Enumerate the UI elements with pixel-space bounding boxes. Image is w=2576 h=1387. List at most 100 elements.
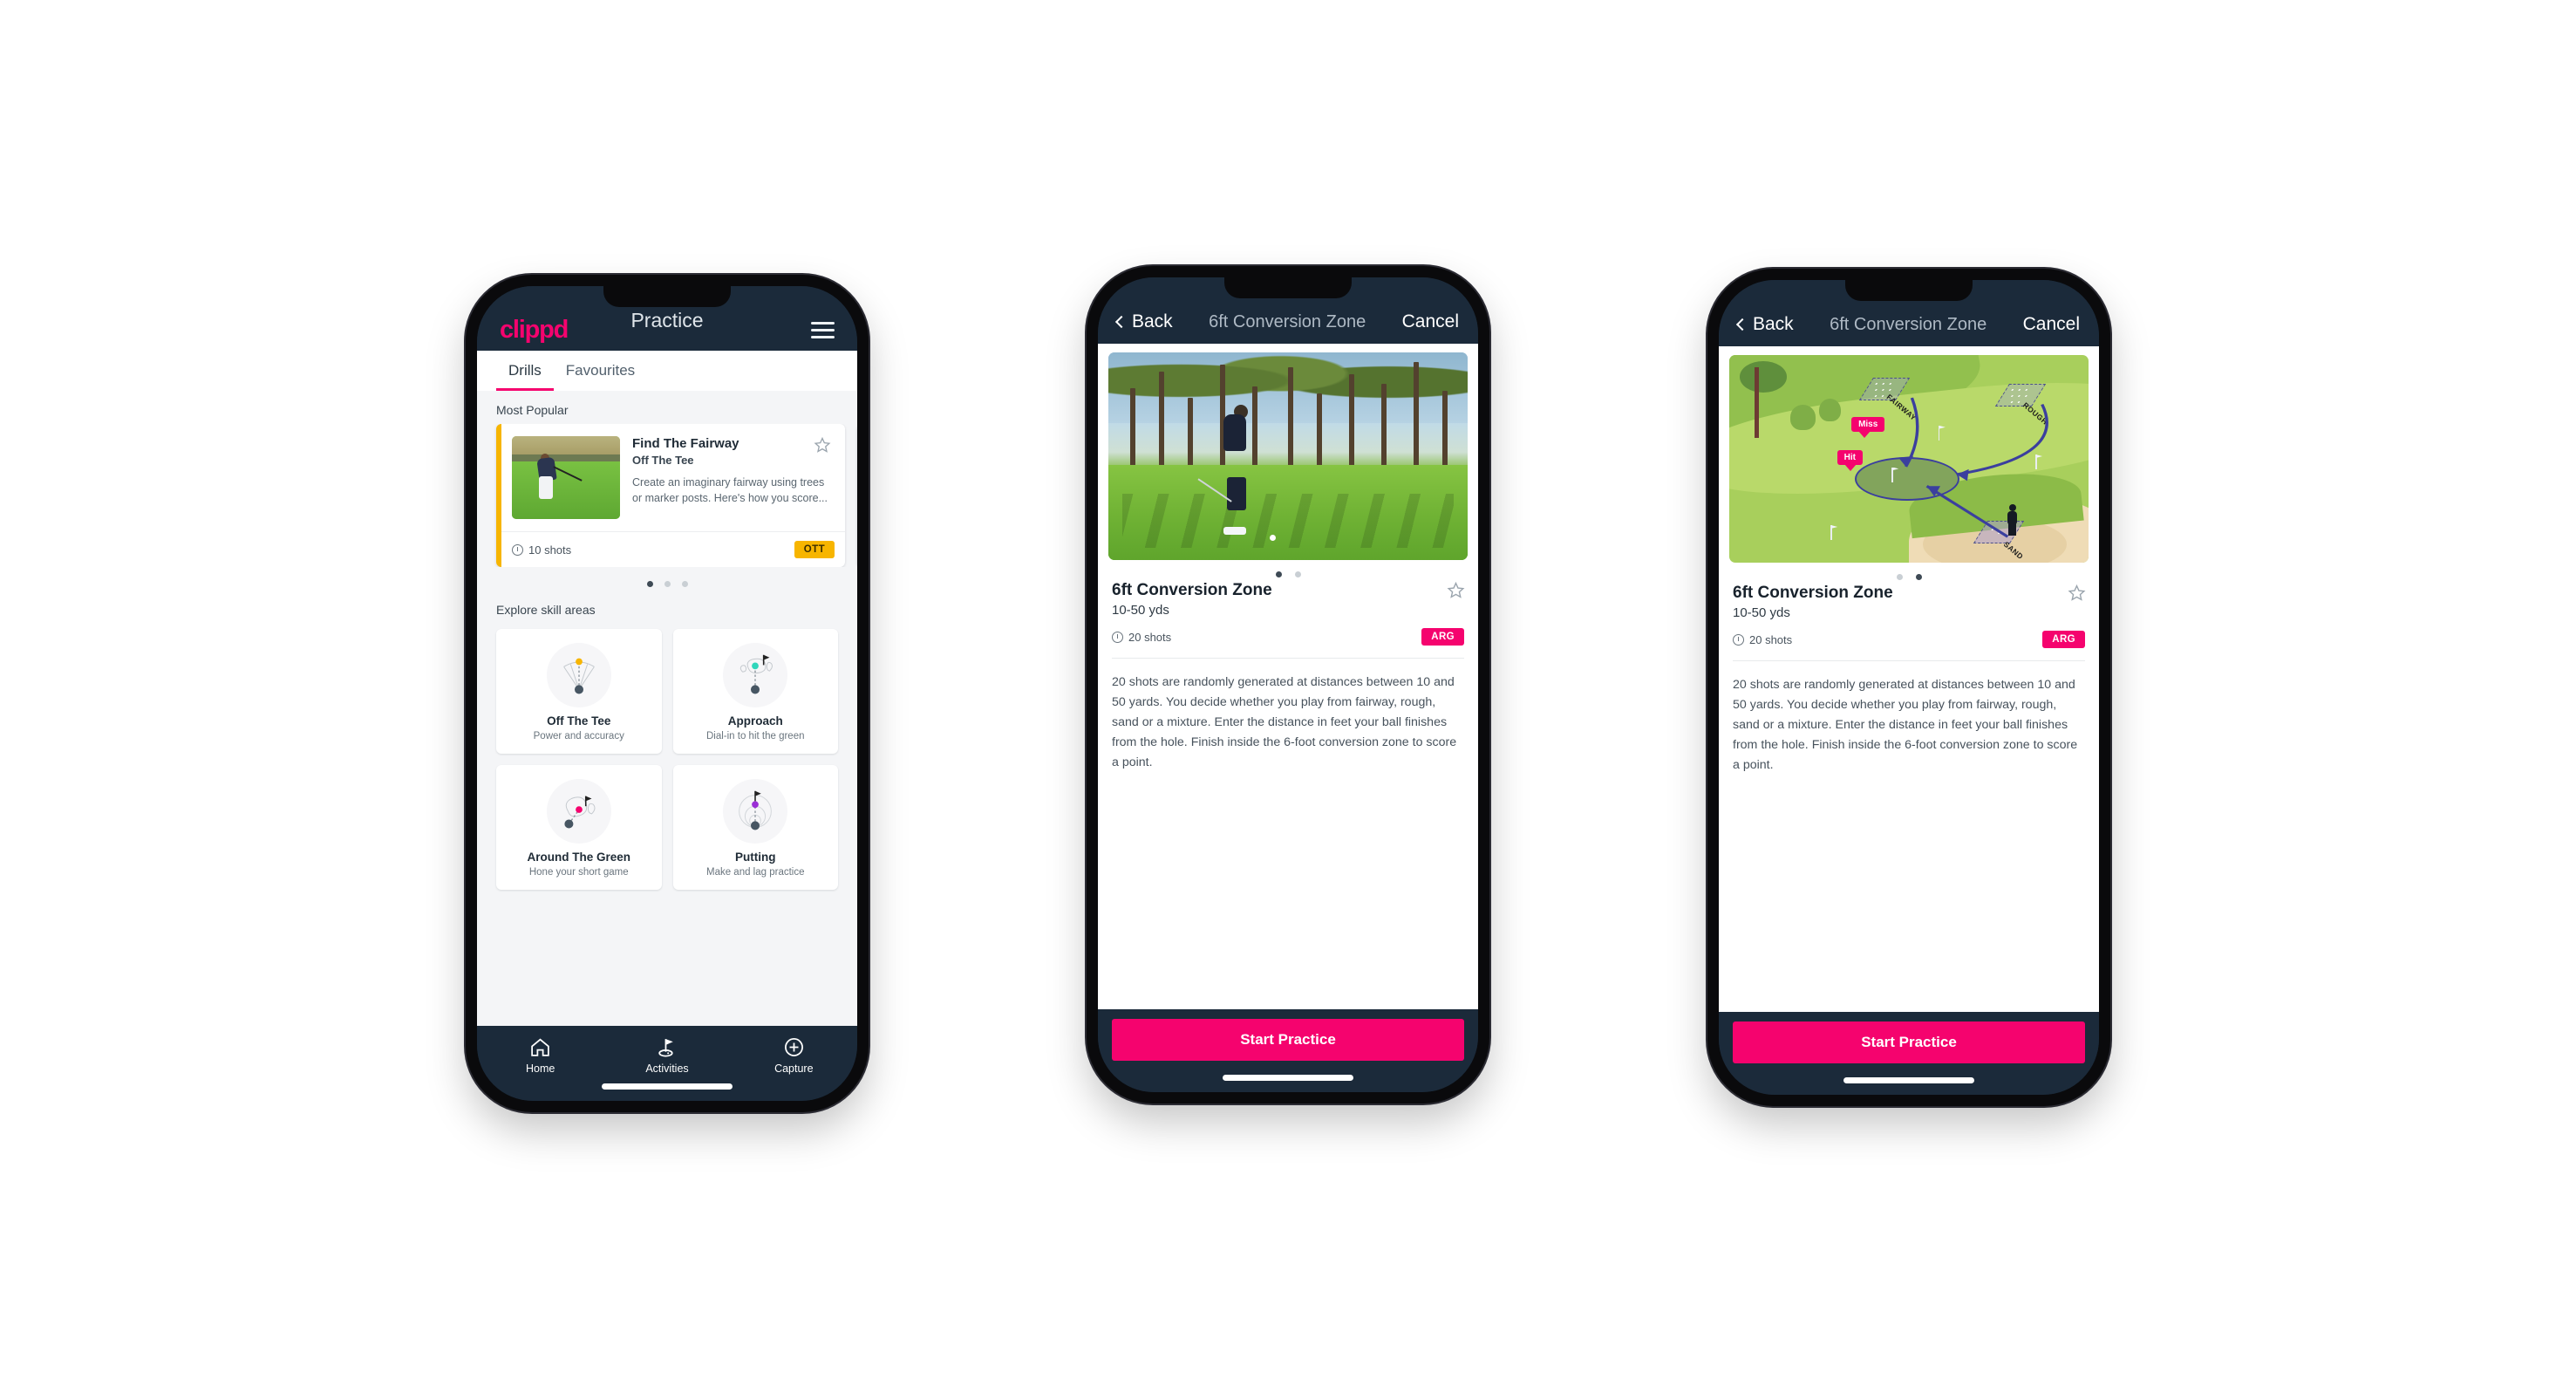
skill-area-grid: Off The Tee Power and accuracy Approach … bbox=[477, 624, 857, 902]
drill-thumbnail bbox=[512, 436, 620, 519]
back-button[interactable]: Back bbox=[1735, 314, 1794, 335]
status-badge: ARG bbox=[2042, 631, 2085, 648]
phone-mockup-practice-list: clippd Practice Drills Favourites Most P… bbox=[466, 275, 869, 1112]
carousel-dot[interactable] bbox=[681, 581, 688, 587]
phone3-screen: Back 6ft Conversion Zone Cancel FAIRWAY … bbox=[1719, 280, 2099, 1095]
star-outline-icon[interactable] bbox=[1447, 581, 1465, 598]
clippd-logo[interactable]: clippd bbox=[500, 317, 569, 343]
shot-trajectory-arrows bbox=[1898, 397, 2048, 538]
chevron-left-icon bbox=[1735, 318, 1749, 331]
drill-yardage: 10-50 yds bbox=[1733, 605, 1790, 620]
status-badge: ARG bbox=[1421, 628, 1464, 646]
plus-circle-icon bbox=[783, 1036, 805, 1058]
miss-marker: Miss bbox=[1851, 417, 1885, 439]
phone2-screen: Back 6ft Conversion Zone Cancel 6ft Conv… bbox=[1098, 277, 1478, 1092]
page-title: Practice bbox=[630, 309, 704, 331]
carousel-dot[interactable] bbox=[664, 581, 671, 587]
drill-shots-label: 10 shots bbox=[528, 543, 572, 557]
drill-shots-label: 20 shots bbox=[1128, 630, 1172, 644]
drill-card[interactable]: Find The Fairway Off The Tee Create an i… bbox=[496, 424, 845, 567]
skill-desc: Power and accuracy bbox=[533, 731, 624, 741]
golf-flag-icon bbox=[656, 1036, 678, 1058]
drill-media-illustration[interactable]: FAIRWAY ROUGH SAND Miss Hit bbox=[1729, 355, 2089, 563]
tab-drills-label: Drills bbox=[508, 362, 542, 379]
skill-desc: Dial-in to hit the green bbox=[705, 731, 805, 741]
drill-detail-body: FAIRWAY ROUGH SAND Miss Hit 6ft Conversi… bbox=[1719, 346, 2099, 1012]
media-dot[interactable] bbox=[1915, 574, 1922, 580]
drill-title: 6ft Conversion Zone bbox=[1733, 584, 1893, 602]
skill-card-approach[interactable]: Approach Dial-in to hit the green bbox=[672, 629, 838, 754]
skill-name: Off The Tee bbox=[547, 714, 611, 728]
drill-media-photo[interactable] bbox=[1108, 352, 1468, 560]
drill-title: 6ft Conversion Zone bbox=[1112, 581, 1272, 599]
practice-content: Most Popular Find The Fairway Off The Te… bbox=[477, 391, 857, 1026]
media-dots[interactable] bbox=[1098, 560, 1478, 579]
tab-favourites[interactable]: Favourites bbox=[554, 351, 647, 391]
skill-name: Around The Green bbox=[527, 851, 630, 864]
drill-yardage: 10-50 yds bbox=[1112, 603, 1169, 618]
skill-desc: Make and lag practice bbox=[705, 867, 805, 878]
drill-shots: 10 shots bbox=[512, 543, 571, 557]
start-practice-button[interactable]: Start Practice bbox=[1112, 1019, 1464, 1061]
cancel-button[interactable]: Cancel bbox=[1402, 311, 1459, 332]
back-label: Back bbox=[1753, 314, 1794, 334]
star-outline-icon[interactable] bbox=[2068, 584, 2086, 601]
tabbar-item-capture[interactable]: Capture bbox=[731, 1036, 857, 1075]
carousel-dots[interactable] bbox=[477, 567, 857, 591]
drill-detail-header: 6ft Conversion Zone 10-50 yds 20 shots A… bbox=[1719, 582, 2099, 648]
golfer-figure bbox=[2005, 504, 2021, 536]
nav-title: 6ft Conversion Zone bbox=[1209, 311, 1366, 331]
drill-card-top: Find The Fairway Off The Tee Create an i… bbox=[501, 424, 845, 531]
chevron-left-icon bbox=[1114, 315, 1128, 328]
tab-favourites-label: Favourites bbox=[565, 362, 636, 379]
tabbar-item-home[interactable]: Home bbox=[477, 1036, 603, 1075]
tab-drills[interactable]: Drills bbox=[496, 351, 554, 391]
drill-shots: 20 shots bbox=[1112, 631, 1171, 644]
drill-description: 20 shots are randomly generated at dista… bbox=[1733, 678, 2078, 772]
phone-notch bbox=[1224, 277, 1352, 298]
phone-notch bbox=[603, 286, 731, 307]
media-dot[interactable] bbox=[1275, 571, 1282, 577]
drill-description: Create an imaginary fairway using trees … bbox=[632, 476, 828, 505]
drill-detail-header: 6ft Conversion Zone 10-50 yds 20 shots A… bbox=[1098, 579, 1478, 646]
media-dots[interactable] bbox=[1719, 563, 2099, 582]
drill-carousel[interactable]: Find The Fairway Off The Tee Create an i… bbox=[477, 424, 857, 567]
putting-icon bbox=[723, 779, 788, 844]
drill-card-footer: 10 shots OTT bbox=[501, 531, 845, 567]
tabbar-label: Capture bbox=[774, 1062, 814, 1075]
drill-shots-label: 20 shots bbox=[1749, 632, 1793, 646]
skill-card-putting[interactable]: Putting Make and lag practice bbox=[672, 765, 838, 890]
screenshot-stage: clippd Practice Drills Favourites Most P… bbox=[0, 0, 2576, 1387]
cancel-button[interactable]: Cancel bbox=[2023, 314, 2080, 335]
skill-card-around-the-green[interactable]: Around The Green Hone your short game bbox=[496, 765, 662, 890]
around-the-green-icon bbox=[546, 779, 611, 844]
skill-name: Putting bbox=[735, 851, 776, 864]
skill-card-off-the-tee[interactable]: Off The Tee Power and accuracy bbox=[496, 629, 662, 754]
drill-subtitle: Off The Tee bbox=[632, 454, 694, 467]
drill-detail-body: 6ft Conversion Zone 10-50 yds 20 shots A… bbox=[1098, 344, 1478, 1009]
media-dot[interactable] bbox=[1294, 571, 1301, 577]
star-outline-icon[interactable] bbox=[814, 436, 831, 454]
carousel-dot[interactable] bbox=[646, 581, 653, 587]
tabbar-label: Home bbox=[525, 1062, 555, 1075]
off-the-tee-icon bbox=[546, 643, 611, 707]
phone-notch bbox=[1845, 280, 1973, 301]
drill-title: Find The Fairway bbox=[632, 436, 739, 451]
start-practice-button[interactable]: Start Practice bbox=[1733, 1021, 2085, 1063]
back-button[interactable]: Back bbox=[1114, 311, 1173, 332]
skill-desc: Hone your short game bbox=[528, 867, 629, 878]
clock-icon bbox=[1733, 633, 1744, 646]
tab-bar: Drills Favourites bbox=[477, 351, 857, 391]
phone1-screen: clippd Practice Drills Favourites Most P… bbox=[477, 286, 857, 1101]
tabbar-label: Activities bbox=[645, 1062, 689, 1075]
drill-info: Find The Fairway Off The Tee Create an i… bbox=[632, 436, 835, 519]
hamburger-icon[interactable] bbox=[811, 321, 835, 338]
phone-mockup-drill-detail-photo: Back 6ft Conversion Zone Cancel 6ft Conv… bbox=[1087, 266, 1489, 1103]
tabbar-item-activities[interactable]: Activities bbox=[603, 1036, 730, 1075]
home-indicator bbox=[1843, 1077, 1974, 1083]
media-dot[interactable] bbox=[1896, 574, 1903, 580]
explore-heading: Explore skill areas bbox=[496, 603, 596, 617]
clock-icon bbox=[1112, 631, 1123, 643]
drill-description: 20 shots are randomly generated at dista… bbox=[1112, 675, 1457, 769]
bottom-tab-bar: Home Activities Capture bbox=[477, 1026, 857, 1101]
